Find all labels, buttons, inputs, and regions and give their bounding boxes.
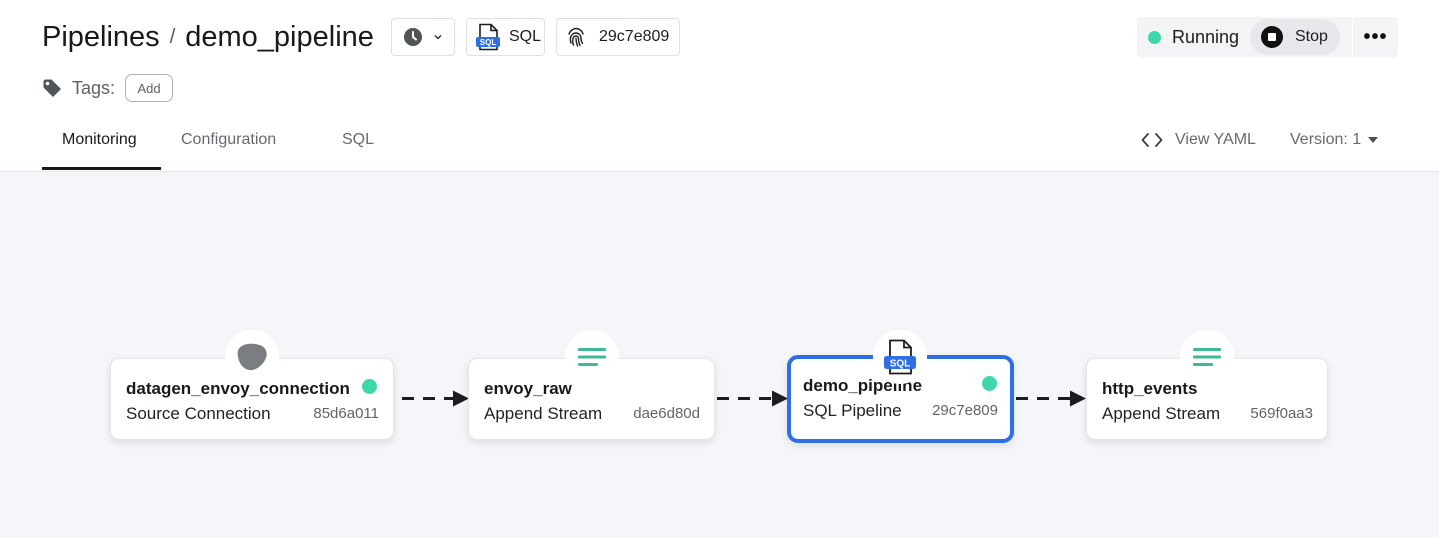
pipeline-status-group: Running Stop ••• bbox=[1137, 17, 1398, 57]
tab-sql[interactable]: SQL bbox=[342, 131, 374, 149]
stop-button[interactable]: Stop bbox=[1250, 19, 1340, 55]
node-title: datagen_envoy_connection bbox=[126, 379, 350, 398]
sql-button-label: SQL bbox=[509, 28, 542, 45]
connection-icon bbox=[225, 330, 279, 384]
node-type: Source Connection bbox=[126, 404, 271, 423]
sql-file-icon: SQL bbox=[476, 23, 500, 51]
pipeline-hash-button[interactable]: 29c7e809 bbox=[556, 18, 680, 56]
node-status-dot bbox=[982, 376, 997, 391]
node-type: Append Stream bbox=[484, 404, 603, 423]
breadcrumb-current-pipeline: demo_pipeline bbox=[185, 20, 374, 53]
history-dropdown-button[interactable] bbox=[391, 18, 455, 56]
tab-configuration[interactable]: Configuration bbox=[181, 131, 276, 149]
add-tag-button[interactable]: Add bbox=[125, 74, 174, 102]
arrow-head bbox=[453, 390, 469, 407]
more-options-button[interactable]: ••• bbox=[1353, 17, 1398, 57]
sql-button[interactable]: SQL SQL bbox=[466, 18, 545, 56]
chevron-down-icon bbox=[434, 34, 442, 40]
view-yaml-label: View YAML bbox=[1175, 131, 1256, 148]
tags-label: Tags: bbox=[72, 77, 116, 98]
fingerprint-icon bbox=[568, 27, 584, 47]
code-icon bbox=[1141, 133, 1163, 147]
tab-monitoring[interactable]: Monitoring bbox=[62, 131, 137, 149]
svg-text:SQL: SQL bbox=[890, 359, 911, 370]
pipeline-header: Pipelines / demo_pipeline SQL SQL 29c7e8… bbox=[0, 0, 1439, 172]
node-type: SQL Pipeline bbox=[803, 401, 902, 420]
svg-text:SQL: SQL bbox=[480, 38, 497, 47]
more-icon: ••• bbox=[1363, 25, 1388, 48]
tags-row: Tags: Add bbox=[42, 74, 174, 102]
node-status-dot bbox=[362, 379, 377, 394]
arrow-head bbox=[772, 390, 788, 407]
version-dropdown[interactable]: Version: 1 bbox=[1290, 131, 1379, 149]
node-title: http_events bbox=[1102, 379, 1198, 398]
breadcrumb: Pipelines / demo_pipeline bbox=[42, 18, 374, 56]
node-id: dae6d80d bbox=[633, 405, 700, 422]
stop-icon bbox=[1261, 26, 1283, 48]
stop-button-label: Stop bbox=[1295, 28, 1328, 45]
caret-down-icon bbox=[1368, 137, 1379, 143]
node-title: envoy_raw bbox=[484, 379, 572, 398]
node-type: Append Stream bbox=[1102, 404, 1221, 423]
status-indicator bbox=[1148, 31, 1161, 44]
node-id: 29c7e809 bbox=[932, 402, 998, 419]
version-label: Version: 1 bbox=[1290, 131, 1362, 148]
node-id: 569f0aa3 bbox=[1250, 405, 1313, 422]
arrow-head bbox=[1070, 390, 1086, 407]
breadcrumb-pipelines-link[interactable]: Pipelines bbox=[42, 21, 160, 54]
pipeline-hash: 29c7e809 bbox=[599, 28, 670, 45]
stream-icon bbox=[565, 330, 619, 384]
tag-icon bbox=[43, 79, 61, 97]
pipeline-graph-canvas[interactable]: datagen_envoy_connection Source Connecti… bbox=[0, 172, 1439, 538]
breadcrumb-separator: / bbox=[169, 25, 176, 48]
stream-icon bbox=[1180, 330, 1234, 384]
sql-file-icon: SQL bbox=[873, 330, 927, 384]
view-yaml-button[interactable]: View YAML bbox=[1141, 131, 1256, 149]
node-id: 85d6a011 bbox=[313, 405, 379, 422]
clock-icon bbox=[404, 28, 422, 46]
active-tab-indicator bbox=[42, 167, 161, 170]
status-text: Running bbox=[1172, 27, 1240, 47]
